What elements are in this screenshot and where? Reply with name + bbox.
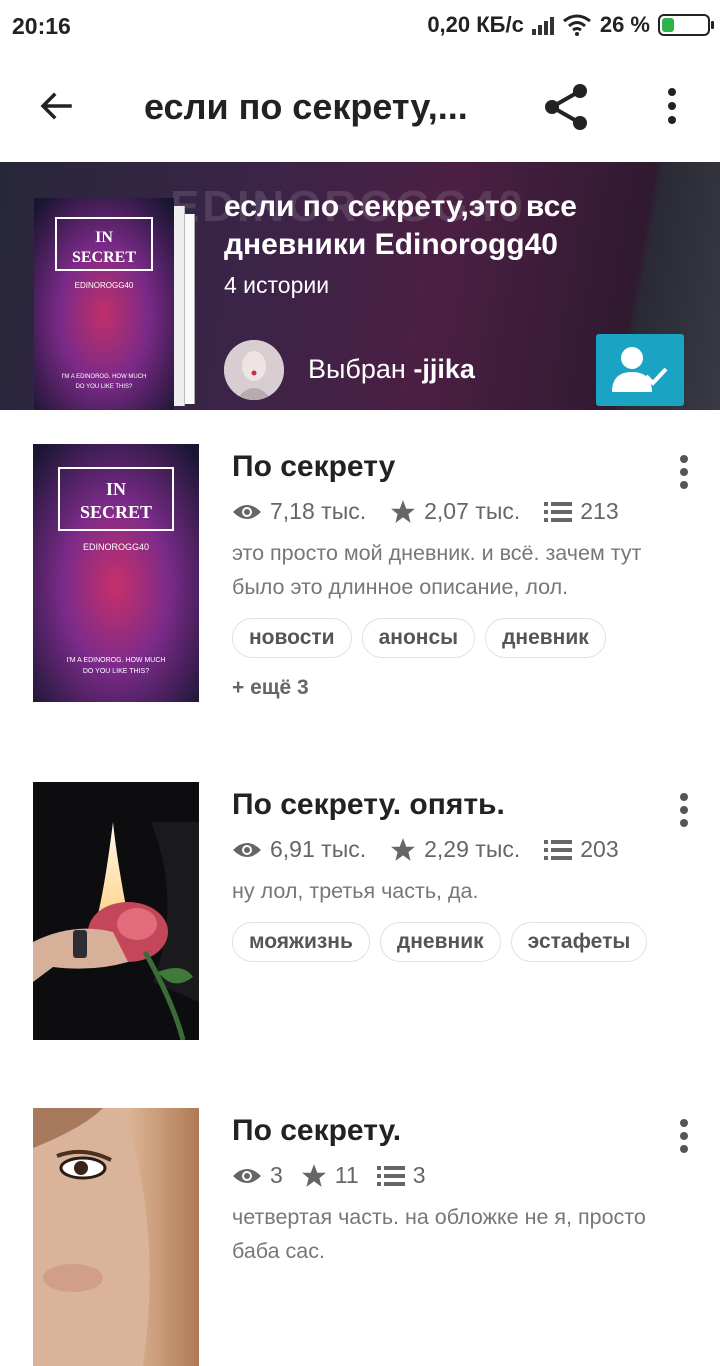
story-menu-icon[interactable]: [676, 792, 692, 828]
page-title: если по секрету,...: [144, 86, 468, 127]
story-description: это просто мой дневник. и всё. зачем тут…: [232, 541, 642, 599]
wifi-icon: [562, 14, 591, 36]
book-pages: [174, 206, 185, 406]
network-speed: 0,20 КБ/с: [427, 12, 524, 37]
back-arrow-icon[interactable]: [36, 86, 76, 126]
story-menu-icon[interactable]: [676, 454, 692, 490]
tag-chip[interactable]: анонсы: [361, 618, 476, 658]
follow-user-button[interactable]: [596, 334, 684, 406]
battery-percent: 26 %: [599, 12, 650, 37]
eye-icon: [233, 504, 261, 519]
list-title: если по секрету,это все дневники Edinoro…: [224, 190, 577, 261]
status-time: 20:16: [12, 13, 71, 39]
votes-count: 2,29 тыс.: [424, 836, 521, 862]
cover-tagline1: I'M A EDINOROG. HOW MUCH: [67, 657, 166, 664]
tag-chip[interactable]: дневник: [379, 922, 501, 962]
tag-chip[interactable]: новости: [232, 618, 352, 658]
app-bar: если по секрету,...: [0, 52, 720, 162]
parts-count: 203: [580, 836, 619, 862]
story-title[interactable]: По секрету. опять.: [232, 788, 505, 822]
cover-author: EDINOROGG40: [75, 281, 134, 290]
story-cover[interactable]: [33, 782, 199, 1040]
tag-chip[interactable]: дневник: [485, 618, 606, 658]
star-icon: [391, 837, 416, 861]
story-tags: мояжизнь дневник эстафеты: [232, 922, 648, 962]
star-icon: [391, 499, 416, 523]
cover-author: EDINOROGG40: [83, 542, 149, 552]
story-tags: новости анонсы дневник: [232, 618, 606, 658]
story-row[interactable]: По секрету. опять. 6,91 тыс. 2,29 тыс. 2…: [0, 748, 720, 1075]
battery-icon: [658, 14, 714, 36]
parts-count: 213: [580, 498, 619, 524]
parts-list-icon: [544, 839, 573, 860]
status-bar: 20:16 0,20 КБ/с 26 %: [0, 0, 720, 52]
reads-count: 3: [270, 1162, 283, 1188]
votes-count: 11: [334, 1162, 359, 1188]
story-stats: 7,18 тыс. 2,07 тыс. 213: [232, 498, 643, 525]
curated-by: Выбран -jjika: [308, 354, 475, 385]
cover-title-line2: SECRET: [80, 502, 152, 522]
story-row[interactable]: IN SECRET EDINOROGG40 I'M A EDINOROG. HO…: [0, 410, 720, 749]
cover-title-line1: IN: [95, 229, 113, 246]
list-cover-image[interactable]: IN SECRET EDINOROGG40 I'M A EDINOROG. HO…: [34, 198, 174, 410]
signal-icon: [531, 15, 554, 35]
story-description: четвертая часть. на обложке не я, просто…: [232, 1205, 646, 1263]
story-count: 4 истории: [224, 272, 330, 298]
cover-tagline2: DO YOU LIKE THIS?: [76, 384, 133, 390]
curated-by-prefix: Выбран: [308, 354, 406, 384]
eye-icon: [233, 842, 261, 857]
tag-chip[interactable]: мояжизнь: [232, 922, 370, 962]
story-title[interactable]: По секрету: [232, 450, 395, 484]
parts-list-icon: [544, 501, 573, 522]
story-stats: 6,91 тыс. 2,29 тыс. 203: [232, 836, 643, 863]
story-row[interactable]: По секрету. 3 11 3 четвертая часть. на о…: [0, 1074, 720, 1366]
curator-name[interactable]: -jjika: [413, 354, 475, 384]
reads-count: 6,91 тыс.: [270, 836, 367, 862]
more-tags-link[interactable]: + ещё 3: [232, 676, 309, 700]
story-title[interactable]: По секрету.: [232, 1114, 401, 1148]
cover-tagline2: DO YOU LIKE THIS?: [83, 668, 149, 675]
parts-count: 3: [412, 1162, 426, 1188]
star-icon: [301, 1163, 326, 1187]
story-menu-icon[interactable]: [676, 1118, 692, 1154]
overflow-menu-icon[interactable]: [662, 86, 682, 126]
cover-title-line2: SECRET: [72, 249, 136, 266]
eye-icon: [233, 1168, 261, 1183]
tag-chip[interactable]: эстафеты: [510, 922, 648, 962]
share-icon[interactable]: [542, 82, 592, 132]
user-check-icon: [612, 347, 668, 392]
story-description: ну лол, третья часть, да.: [232, 879, 479, 903]
parts-list-icon: [376, 1165, 405, 1186]
reads-count: 7,18 тыс.: [270, 498, 367, 524]
curator-avatar[interactable]: [224, 340, 284, 400]
status-right: 0,20 КБ/с 26 %: [427, 12, 714, 38]
cover-title-line1: IN: [106, 479, 126, 499]
story-cover[interactable]: IN SECRET EDINOROGG40 I'M A EDINOROG. HO…: [33, 444, 199, 702]
story-stats: 3 11 3: [232, 1162, 449, 1189]
reading-list-header: EDINOROGG40 IN SECRET EDINOROGG40 I'M A …: [0, 162, 720, 410]
cover-tagline1: I'M A EDINOROG. HOW MUCH: [62, 374, 147, 380]
story-cover[interactable]: [33, 1108, 199, 1366]
votes-count: 2,07 тыс.: [424, 498, 521, 524]
